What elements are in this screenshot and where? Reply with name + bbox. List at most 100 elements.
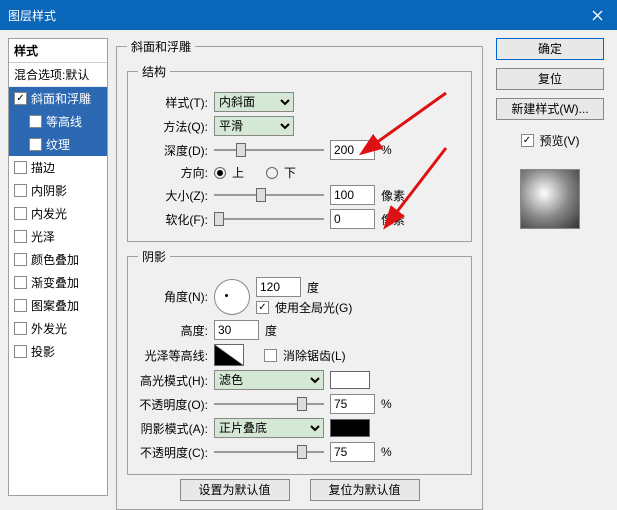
style-item-3[interactable]: 描边 — [9, 156, 107, 179]
bevel-group: 斜面和浮雕 结构 样式(T): 内斜面 方法(Q): 平滑 深度(D): % — [116, 38, 483, 510]
style-item-2[interactable]: 纹理 — [9, 133, 107, 156]
style-item-10[interactable]: 外发光 — [9, 317, 107, 340]
soften-input[interactable] — [330, 209, 375, 229]
close-icon — [592, 10, 603, 21]
technique-select[interactable]: 平滑 — [214, 116, 294, 136]
style-item-6[interactable]: 光泽 — [9, 225, 107, 248]
highlight-opacity-slider[interactable] — [214, 396, 324, 412]
antialias-checkbox[interactable] — [264, 349, 277, 362]
style-checkbox[interactable] — [14, 253, 27, 266]
style-label: 颜色叠加 — [31, 251, 79, 268]
shadow-opacity-input[interactable] — [330, 442, 375, 462]
direction-label: 方向: — [138, 164, 208, 181]
shading-legend: 阴影 — [138, 248, 170, 265]
shadow-mode-select[interactable]: 正片叠底 — [214, 418, 324, 438]
style-label: 纹理 — [46, 136, 70, 153]
titlebar: 图层样式 — [0, 0, 617, 30]
structure-group: 结构 样式(T): 内斜面 方法(Q): 平滑 深度(D): % 方向: — [127, 63, 472, 242]
highlight-opacity-input[interactable] — [330, 394, 375, 414]
technique-label: 方法(Q): — [138, 118, 208, 135]
preview-checkbox[interactable] — [521, 134, 534, 147]
style-label: 内发光 — [31, 205, 67, 222]
depth-label: 深度(D): — [138, 142, 208, 159]
direction-down-label: 下 — [284, 164, 296, 181]
style-checkbox[interactable] — [14, 230, 27, 243]
angle-control[interactable] — [214, 279, 250, 315]
style-select[interactable]: 内斜面 — [214, 92, 294, 112]
direction-down-radio[interactable] — [266, 167, 278, 179]
style-item-7[interactable]: 颜色叠加 — [9, 248, 107, 271]
style-label: 光泽 — [31, 228, 55, 245]
altitude-unit: 度 — [265, 322, 277, 339]
style-item-0[interactable]: 斜面和浮雕 — [9, 87, 107, 110]
gloss-label: 光泽等高线: — [138, 347, 208, 364]
cancel-button[interactable]: 复位 — [496, 68, 604, 90]
style-checkbox[interactable] — [14, 184, 27, 197]
style-checkbox[interactable] — [14, 276, 27, 289]
style-label: 斜面和浮雕 — [31, 90, 91, 107]
preview-thumbnail — [520, 169, 580, 229]
style-label: 投影 — [31, 343, 55, 360]
global-light-checkbox[interactable] — [256, 301, 269, 314]
settings-panel: 斜面和浮雕 结构 样式(T): 内斜面 方法(Q): 平滑 深度(D): % — [116, 38, 483, 496]
shading-group: 阴影 角度(N): 度 使用全局光(G) — [127, 248, 472, 475]
new-style-button[interactable]: 新建样式(W)... — [496, 98, 604, 120]
shadow-mode-label: 阴影模式(A): — [138, 420, 208, 437]
size-slider[interactable] — [214, 187, 324, 203]
style-checkbox[interactable] — [29, 138, 42, 151]
depth-slider[interactable] — [214, 142, 324, 158]
size-input[interactable] — [330, 185, 375, 205]
style-label: 图案叠加 — [31, 297, 79, 314]
make-default-button[interactable]: 设置为默认值 — [180, 479, 290, 501]
soften-unit: 像素 — [381, 211, 405, 228]
direction-up-radio[interactable] — [214, 167, 226, 179]
style-checkbox[interactable] — [14, 92, 27, 105]
style-checkbox[interactable] — [14, 345, 27, 358]
style-item-5[interactable]: 内发光 — [9, 202, 107, 225]
global-light-label: 使用全局光(G) — [275, 299, 352, 316]
depth-unit: % — [381, 143, 392, 157]
size-unit: 像素 — [381, 187, 405, 204]
altitude-label: 高度: — [138, 322, 208, 339]
styles-header: 样式 — [9, 39, 107, 63]
style-item-1[interactable]: 等高线 — [9, 110, 107, 133]
style-checkbox[interactable] — [14, 299, 27, 312]
style-checkbox[interactable] — [29, 115, 42, 128]
style-checkbox[interactable] — [14, 322, 27, 335]
style-checkbox[interactable] — [14, 161, 27, 174]
reset-default-button[interactable]: 复位为默认值 — [310, 479, 420, 501]
shadow-color-swatch[interactable] — [330, 419, 370, 437]
gloss-contour[interactable] — [214, 344, 244, 366]
direction-up-label: 上 — [232, 164, 244, 181]
soften-label: 软化(F): — [138, 211, 208, 228]
size-label: 大小(Z): — [138, 187, 208, 204]
highlight-mode-select[interactable]: 滤色 — [214, 370, 324, 390]
style-checkbox[interactable] — [14, 207, 27, 220]
altitude-input[interactable] — [214, 320, 259, 340]
structure-legend: 结构 — [138, 63, 170, 80]
styles-panel: 样式 混合选项:默认 斜面和浮雕等高线纹理描边内阴影内发光光泽颜色叠加渐变叠加图… — [8, 38, 108, 496]
style-label: 外发光 — [31, 320, 67, 337]
angle-label: 角度(N): — [138, 288, 208, 305]
style-item-4[interactable]: 内阴影 — [9, 179, 107, 202]
right-panel: 确定 复位 新建样式(W)... 预览(V) — [491, 38, 609, 496]
style-label: 描边 — [31, 159, 55, 176]
depth-input[interactable] — [330, 140, 375, 160]
window-title: 图层样式 — [8, 7, 56, 24]
highlight-opacity-unit: % — [381, 397, 392, 411]
preview-label: 预览(V) — [540, 132, 580, 149]
blending-options[interactable]: 混合选项:默认 — [9, 63, 107, 87]
highlight-opacity-label: 不透明度(O): — [138, 396, 208, 413]
style-item-9[interactable]: 图案叠加 — [9, 294, 107, 317]
close-button[interactable] — [577, 0, 617, 30]
highlight-color-swatch[interactable] — [330, 371, 370, 389]
bevel-legend: 斜面和浮雕 — [127, 38, 195, 55]
style-label: 内阴影 — [31, 182, 67, 199]
angle-input[interactable] — [256, 277, 301, 297]
angle-unit: 度 — [307, 279, 319, 296]
style-item-8[interactable]: 渐变叠加 — [9, 271, 107, 294]
shadow-opacity-slider[interactable] — [214, 444, 324, 460]
ok-button[interactable]: 确定 — [496, 38, 604, 60]
style-item-11[interactable]: 投影 — [9, 340, 107, 363]
soften-slider[interactable] — [214, 211, 324, 227]
